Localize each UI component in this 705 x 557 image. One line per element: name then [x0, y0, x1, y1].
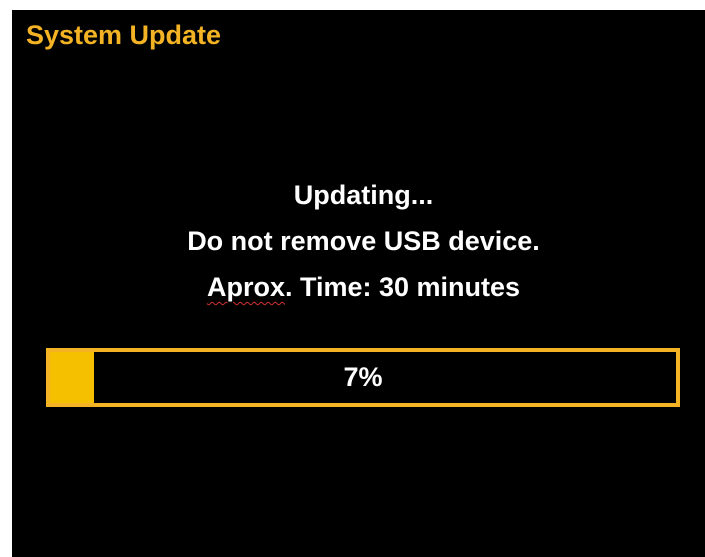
screen-title: System Update	[26, 20, 222, 50]
warning-text: Do not remove USB device.	[187, 226, 540, 256]
update-message: Updating... Do not remove USB device. Ap…	[12, 172, 705, 310]
status-text: Updating...	[293, 180, 434, 210]
estimated-time-text: Aprox. Time: 30 minutes	[12, 264, 705, 310]
spellcheck-word: Aprox	[206, 272, 285, 302]
update-screen: System Update Updating... Do not remove …	[12, 10, 705, 557]
progress-bar: 7%	[46, 348, 680, 407]
estimated-time-value: . Time: 30 minutes	[284, 272, 521, 302]
progress-percent: 7%	[343, 362, 383, 392]
